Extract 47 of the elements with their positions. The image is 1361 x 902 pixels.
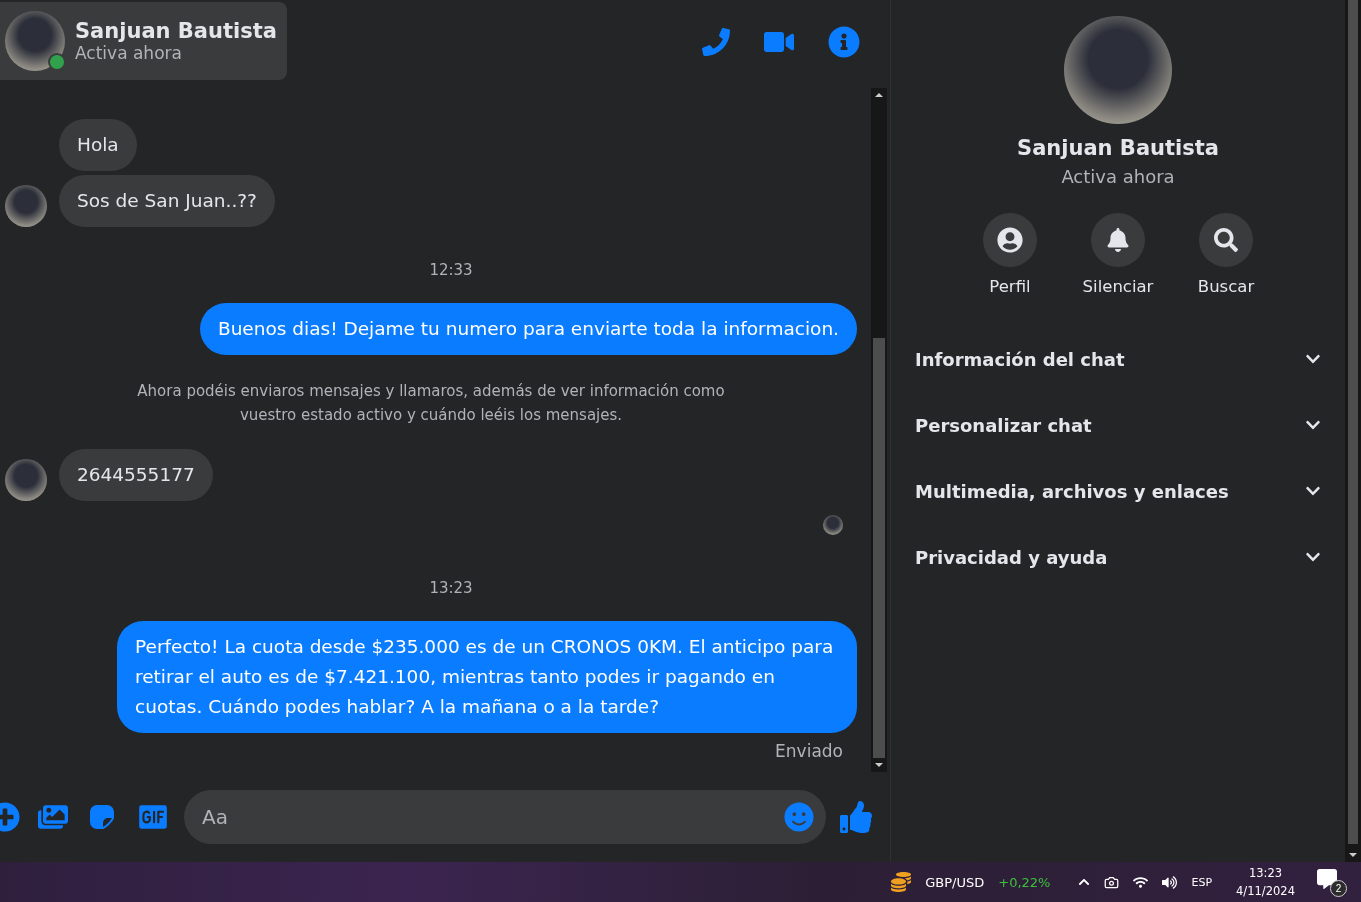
- notice-text: Ahora podéis enviaros mensajes y llamaros, además de ver información como vuestro estado activo y cuándo leéis los mensajes.: [136, 381, 726, 426]
- search-icon: [1214, 228, 1238, 252]
- timestamp: 12:33: [428, 260, 474, 281]
- section-header[interactable]: Personalizar chat: [915, 392, 1321, 458]
- ticker-symbol: GBP/USD: [925, 874, 985, 890]
- message-bubble: Sos de San Juan..??: [59, 175, 275, 227]
- thumbs-up-icon[interactable]: [840, 801, 872, 833]
- seen-avatar: [823, 515, 843, 535]
- message-bubble: Perfecto! La cuota desde $235.000 es de un CRONOS 0KM. El anticipo para retirar el auto es de $7.421.100, mientras tanto podes ir pagando en cuotas. Cuándo podes hablar? A la mañana o a la tarde?: [117, 621, 857, 733]
- profile-icon: [997, 227, 1023, 253]
- section-header[interactable]: Información del chat: [915, 326, 1321, 392]
- message-bubble: Hola: [59, 119, 137, 171]
- clock-date[interactable]: 4/11/2024: [1236, 882, 1295, 900]
- emoji-icon[interactable]: [784, 802, 814, 832]
- section-header[interactable]: Multimedia, archivos y enlaces: [915, 458, 1321, 524]
- scrollbar[interactable]: [871, 88, 887, 772]
- delivery-status: Enviado: [774, 740, 844, 761]
- clock-time[interactable]: 13:23: [1248, 864, 1283, 882]
- contact-name: Sanjuan Bautista: [75, 19, 277, 43]
- caret-icon[interactable]: [1078, 876, 1091, 888]
- message-bubble: Buenos dias! Dejame tu numero para enviarte toda la informacion.: [199, 303, 857, 355]
- ticker-change: +0,22%: [998, 874, 1051, 890]
- profile-action[interactable]: Perfil: [974, 213, 1046, 296]
- timestamp: 13:23: [428, 578, 474, 599]
- profile-status: Activa ahora: [1061, 166, 1175, 187]
- avatar-photo: [5, 11, 65, 71]
- message-input[interactable]: Aa: [184, 790, 826, 844]
- wifi-icon[interactable]: [1133, 874, 1149, 890]
- camera-icon[interactable]: [1104, 874, 1120, 890]
- images-icon[interactable]: [38, 802, 68, 832]
- speaker-icon[interactable]: [1162, 874, 1178, 890]
- contact-card[interactable]: Sanjuan Bautista Activa ahora: [0, 2, 287, 80]
- language-indicator[interactable]: ESP: [1191, 875, 1213, 889]
- bell-icon: [1106, 228, 1130, 252]
- avatar-photo: [5, 459, 47, 501]
- contact-status: Activa ahora: [75, 43, 183, 63]
- profile-action[interactable]: Buscar: [1190, 213, 1262, 296]
- profile-name: Sanjuan Bautista: [1017, 136, 1219, 160]
- avatar-photo: [5, 185, 47, 227]
- coins-icon[interactable]: [891, 872, 912, 892]
- notifications-button[interactable]: 2: [1317, 867, 1347, 897]
- section-header[interactable]: Privacidad y ayuda: [915, 524, 1321, 590]
- message-bubble: 2644555177: [59, 449, 213, 501]
- scrollbar[interactable]: [1345, 0, 1361, 862]
- info-icon[interactable]: [828, 26, 860, 58]
- profile-action[interactable]: Silenciar: [1082, 213, 1154, 296]
- phone-icon[interactable]: [702, 28, 730, 56]
